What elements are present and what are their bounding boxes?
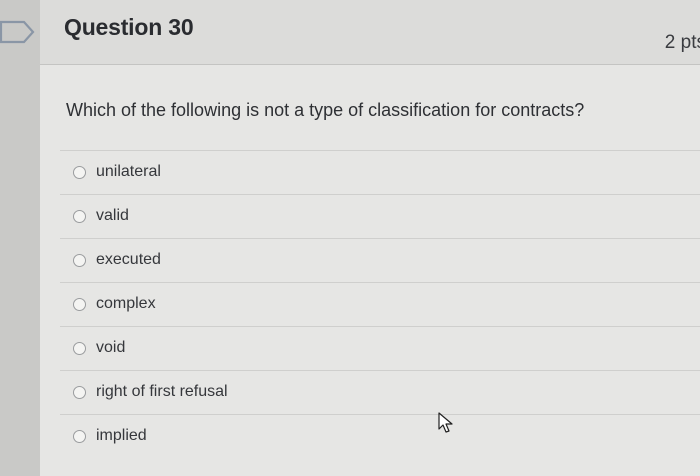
answer-label: unilateral: [96, 163, 161, 180]
flag-outline-icon[interactable]: [0, 18, 36, 46]
question-title: Question 30: [64, 14, 194, 40]
answer-label: implied: [96, 427, 147, 444]
answer-label: right of first refusal: [96, 383, 228, 400]
answer-option-implied[interactable]: implied: [60, 414, 700, 458]
answer-option-valid[interactable]: valid: [60, 194, 700, 238]
radio-button[interactable]: [73, 342, 86, 355]
mouse-pointer-icon: [438, 412, 453, 433]
answer-label: complex: [96, 295, 156, 312]
radio-button[interactable]: [73, 210, 86, 223]
question-text: Which of the following is not a type of …: [66, 100, 585, 120]
answer-label: executed: [96, 251, 161, 268]
points-value: 2 pts: [664, 32, 700, 53]
answer-label: void: [96, 339, 126, 356]
answer-list: unilateral valid executed complex void r…: [60, 150, 700, 458]
radio-button[interactable]: [73, 298, 86, 311]
answer-option-void[interactable]: void: [60, 326, 700, 370]
question-card: Question 30 2 pts Which of the following…: [40, 0, 700, 476]
left-strip: [0, 0, 40, 476]
question-header: Question 30 2 pts: [40, 0, 700, 65]
radio-button[interactable]: [73, 166, 86, 179]
radio-button[interactable]: [73, 430, 86, 443]
answer-option-executed[interactable]: executed: [60, 238, 700, 282]
answer-label: valid: [96, 207, 129, 224]
answer-option-unilateral[interactable]: unilateral: [60, 150, 700, 194]
answer-option-right-of-first-refusal[interactable]: right of first refusal: [60, 370, 700, 414]
radio-button[interactable]: [73, 254, 86, 267]
answer-option-complex[interactable]: complex: [60, 282, 700, 326]
radio-button[interactable]: [73, 386, 86, 399]
